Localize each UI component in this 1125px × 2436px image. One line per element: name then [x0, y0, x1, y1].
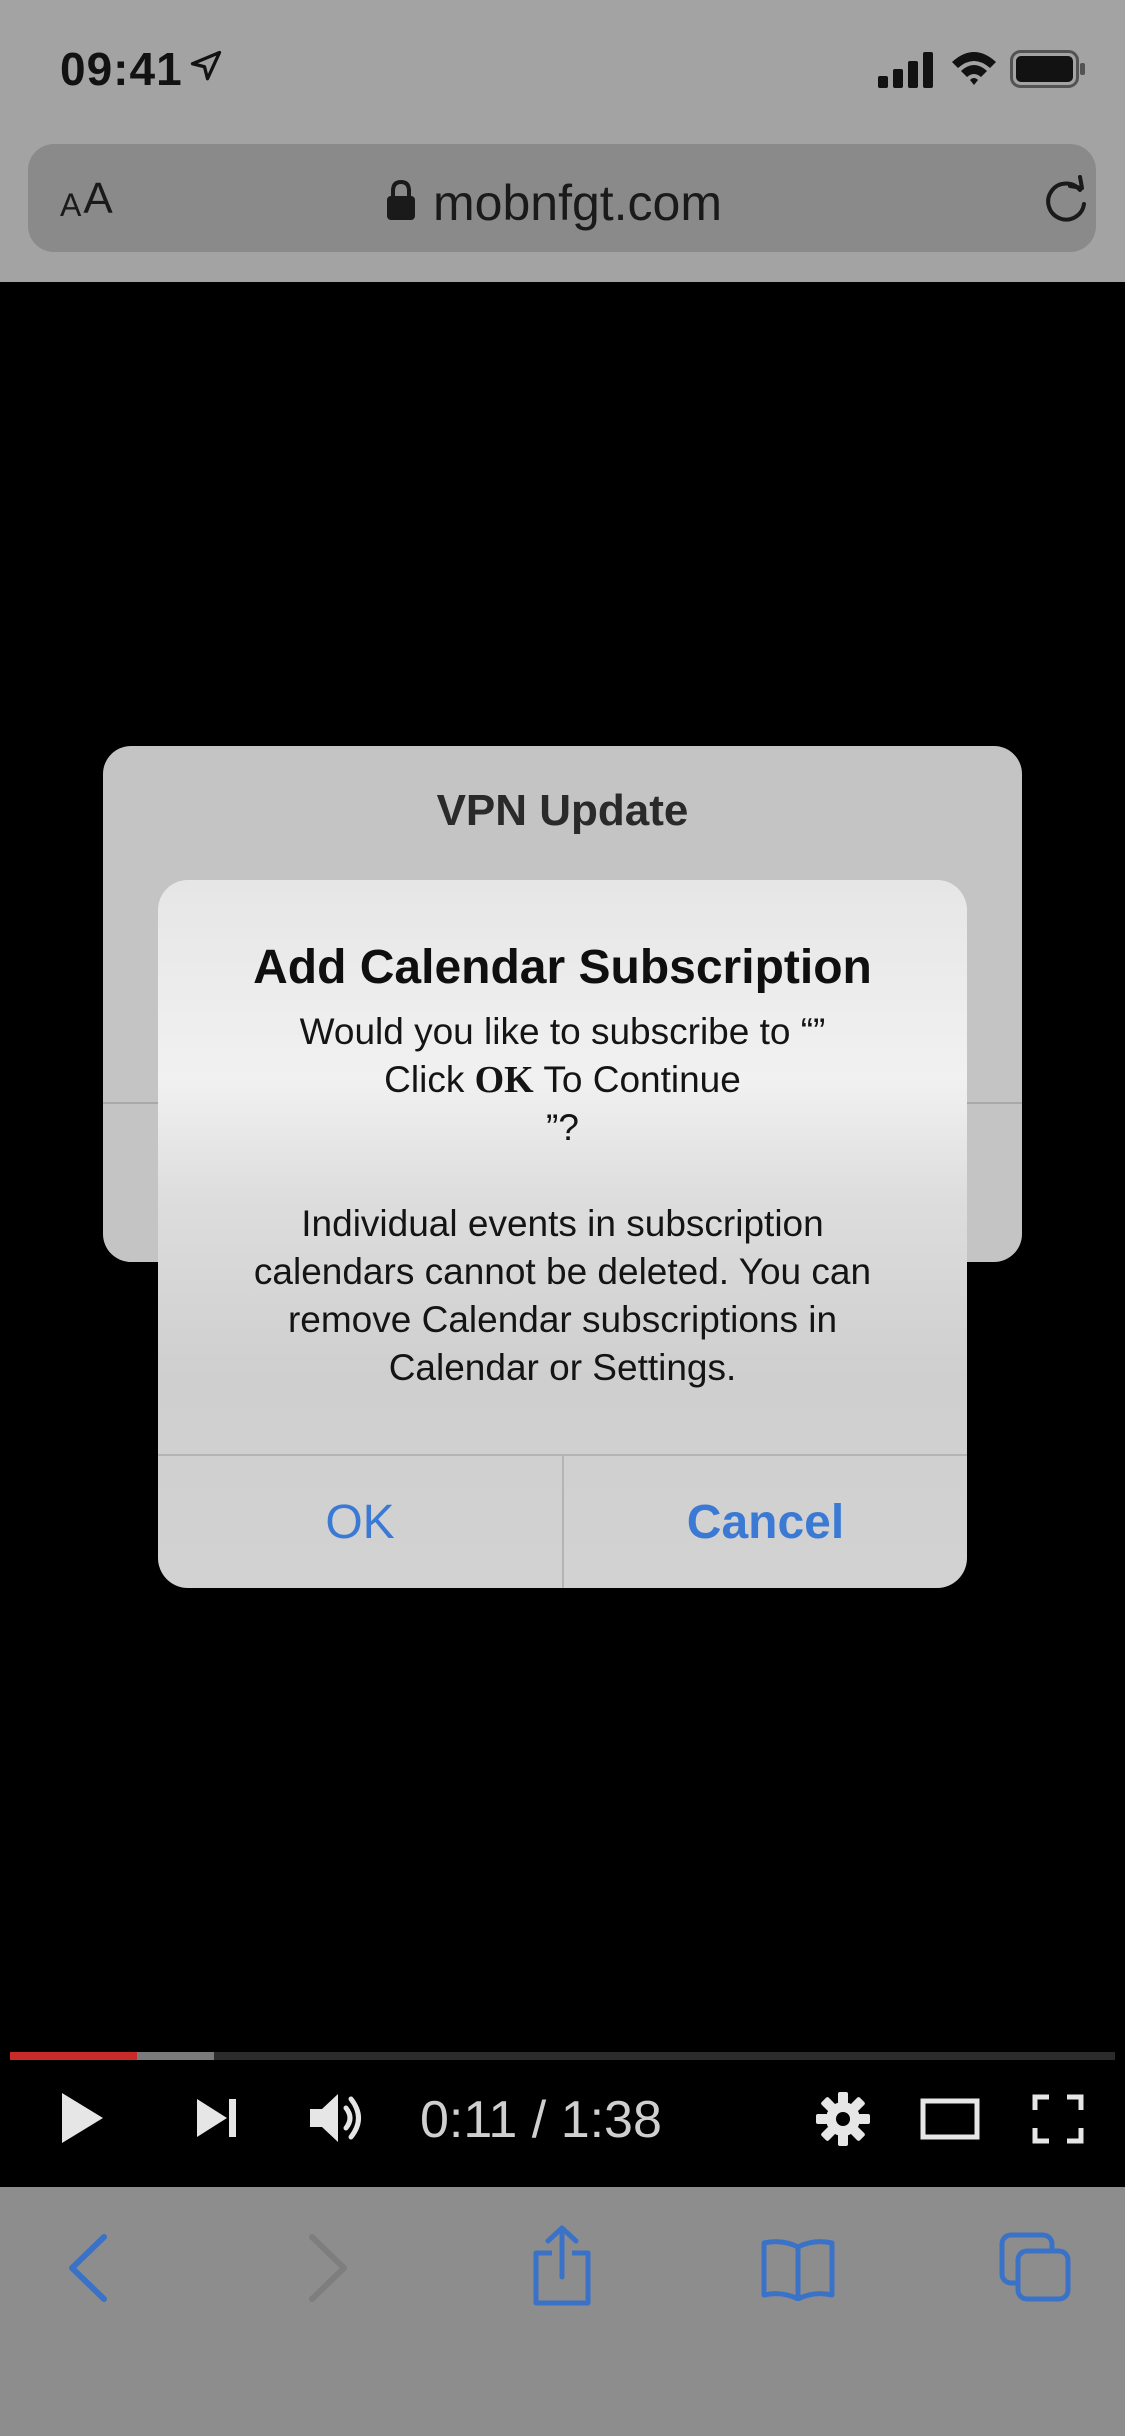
- next-icon[interactable]: [195, 2096, 239, 2140]
- alert-message-ok-bold: OK: [474, 1059, 534, 1101]
- theater-mode-icon[interactable]: [920, 2098, 980, 2140]
- status-time: 09:41: [60, 43, 183, 95]
- browser-toolbar: [0, 2187, 1125, 2436]
- alert-info-line-1: Individual events in subscription: [301, 1203, 824, 1244]
- forward-icon: [309, 2234, 347, 2302]
- alert-info-line-4: Calendar or Settings.: [388, 1347, 737, 1388]
- calendar-subscription-alert: Add Calendar Subscription Would you like…: [158, 880, 967, 1588]
- volume-icon[interactable]: [306, 2088, 366, 2148]
- video-progress-bar[interactable]: [10, 2052, 1115, 2060]
- video-time-display: 0:11 / 1:38: [420, 2091, 662, 2149]
- share-icon[interactable]: [530, 2225, 594, 2307]
- browser-address-area: AA mobnfgt.com: [0, 140, 1125, 282]
- battery-icon: [1010, 50, 1085, 88]
- reload-icon[interactable]: [1040, 174, 1092, 226]
- alert-message-line-2: Click OK To Continue: [198, 1056, 927, 1104]
- text-size-large-label: A: [83, 174, 113, 223]
- bookmarks-icon[interactable]: [760, 2237, 836, 2301]
- alert-info-line-3: remove Calendar subscriptions in: [287, 1299, 838, 1340]
- alert-message-line-1: Would you like to subscribe to “”: [299, 1011, 826, 1052]
- text-size-button[interactable]: AA: [60, 174, 113, 224]
- cancel-button[interactable]: Cancel: [564, 1456, 967, 1588]
- play-icon[interactable]: [58, 2090, 106, 2146]
- text-size-small-label: A: [60, 187, 82, 223]
- alert-message-suffix: To Continue: [533, 1059, 741, 1100]
- status-bar: 09:41: [0, 0, 1125, 140]
- vpn-dialog-title: VPN Update: [436, 786, 689, 835]
- url-text: mobnfgt.com: [433, 175, 723, 231]
- location-arrow-icon: [190, 50, 222, 81]
- tabs-icon[interactable]: [998, 2231, 1072, 2303]
- settings-icon[interactable]: [816, 2092, 870, 2146]
- alert-message-gap: [198, 1152, 927, 1200]
- alert-message: Would you like to subscribe to “” Click …: [198, 1008, 927, 1392]
- address-bar[interactable]: AA mobnfgt.com: [28, 144, 1096, 252]
- video-played-bar: [10, 2052, 138, 2060]
- lock-icon: [387, 179, 415, 220]
- fullscreen-icon[interactable]: [1032, 2094, 1084, 2144]
- cellular-signal-icon: [878, 52, 933, 88]
- alert-message-line-3: ”?: [546, 1107, 579, 1148]
- wifi-icon: [952, 52, 996, 85]
- alert-title: Add Calendar Subscription: [253, 941, 872, 994]
- alert-info-line-2: calendars cannot be deleted. You can: [253, 1251, 872, 1292]
- back-icon[interactable]: [66, 2233, 110, 2303]
- ok-button[interactable]: OK: [158, 1456, 562, 1588]
- alert-message-prefix: Click: [384, 1059, 475, 1100]
